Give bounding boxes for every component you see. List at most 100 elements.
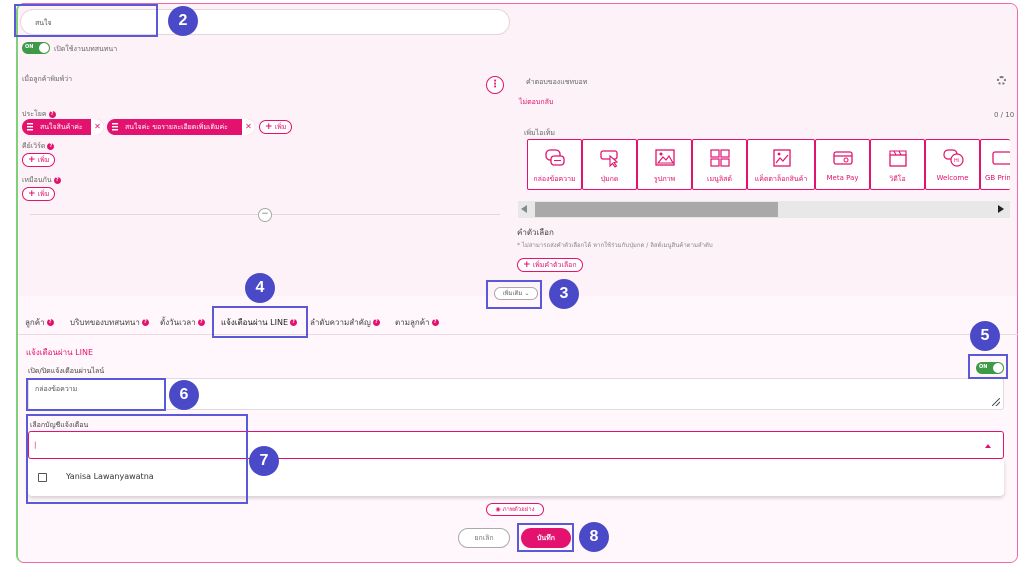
highlight-name-input [14, 4, 158, 37]
similar-label-text: เหมือนกัน [22, 176, 52, 184]
toggle-knob [39, 43, 49, 53]
tab-conversation-context[interactable]: บริบทของบทสนทนา? [70, 316, 149, 329]
tile-welcome[interactable]: Hi Welcome [925, 139, 980, 190]
image-icon [655, 149, 675, 166]
help-icon[interactable]: ? [372, 319, 380, 326]
annotation-badge-7: 7 [249, 446, 279, 476]
resize-handle-icon[interactable] [992, 398, 1000, 406]
help-icon[interactable]: ? [431, 319, 439, 326]
drag-handle-icon[interactable] [27, 123, 33, 131]
tab-schedule[interactable]: ตั้งวันเวลา? [160, 316, 205, 329]
no-reply-label[interactable]: ไม่ตอบกลับ [519, 97, 553, 108]
tile-catalog[interactable]: แค็ตตาล็อกสินค้า [747, 139, 815, 190]
button-click-icon [600, 150, 619, 168]
plus-icon: + [265, 122, 273, 132]
highlight-more-button [486, 280, 542, 309]
tile-label: GB Prin [985, 174, 1010, 182]
tile-button[interactable]: ปุ่มกด [582, 139, 637, 190]
toggle-on-label: ON [25, 44, 34, 50]
tile-label: วิดีโอ [889, 175, 906, 183]
add-similar-button[interactable]: + เพิ่ม [22, 187, 56, 201]
tab-label: ลำดับความสำคัญ [310, 318, 371, 327]
enable-conversation-toggle[interactable]: ON [22, 42, 50, 54]
tile-video[interactable]: วิดีโอ [870, 139, 925, 190]
trigger-title: เมื่อลูกค้าพิมพ์ว่า [22, 75, 73, 83]
tab-follow-up[interactable]: ตามลูกค้า? [395, 316, 439, 329]
add-option-button[interactable]: + เพิ่มคำตัวเลือก [517, 258, 583, 272]
meta-pay-icon [833, 151, 853, 165]
sentence-label-text: ประโยค [22, 110, 47, 118]
options-note: * ไม่สามารถส่งคำตัวเลือกได้ หากใช้ร่วมกั… [517, 242, 713, 249]
help-icon[interactable]: ? [197, 319, 205, 326]
tile-menu-list[interactable]: เมนูลิสต์ [692, 139, 747, 190]
scrollbar-thumb[interactable] [535, 202, 778, 217]
tile-message-box[interactable]: กล่องข้อความ [527, 139, 582, 190]
remove-chip-icon[interactable]: ✕ [90, 119, 104, 135]
enable-conversation-label: เปิดใช้งานบทสนทนา [54, 45, 118, 53]
catalog-icon [773, 149, 791, 167]
help-icon[interactable]: ? [48, 110, 56, 118]
add-label: เพิ่ม [37, 156, 50, 164]
plus-icon: + [523, 260, 531, 270]
tab-customer[interactable]: ลูกค้า? [25, 316, 54, 329]
add-label: เพิ่ม [274, 123, 287, 131]
help-icon[interactable]: ? [53, 176, 61, 184]
add-item-label: เพิ่มไอเท็ม [524, 129, 555, 137]
tile-label: แค็ตตาล็อกสินค้า [754, 175, 808, 183]
tab-label: ตามลูกค้า [395, 318, 430, 327]
scroll-right-arrow[interactable] [998, 205, 1004, 213]
annotation-badge-8: 8 [579, 522, 609, 552]
dropdown-arrow-icon[interactable] [985, 444, 991, 448]
collapse-button[interactable]: − [258, 208, 272, 222]
drag-handle-icon[interactable] [112, 123, 118, 131]
sentence-chip-1[interactable]: สนใจสินค้าค่ะ ✕ [22, 119, 104, 135]
tile-meta-pay[interactable]: Meta Pay [815, 139, 870, 190]
line-toggle-label: เปิด/ปิดแจ้งเตือนผ่านไลน์ [28, 367, 105, 375]
keyword-label-text: คีย์เวิร์ด [22, 142, 46, 150]
tile-label: Welcome [936, 174, 969, 182]
tab-label: ตั้งวันเวลา [160, 318, 196, 327]
line-notify-title: แจ้งเตือนผ่าน LINE [26, 348, 93, 357]
annotation-badge-5: 5 [970, 321, 1000, 351]
reply-title: คำตอบของแชทบอท [526, 78, 588, 86]
tiles-scrollbar[interactable] [518, 201, 1010, 218]
tile-image[interactable]: รูปภาพ [637, 139, 692, 190]
tile-label: กล่องข้อความ [533, 175, 576, 183]
add-keyword-button[interactable]: + เพิ่ม [22, 153, 56, 167]
highlight-save-button [517, 523, 574, 552]
sentence-chip-2[interactable]: สนใจค่ะ ขอรายละเอียดเพิ่มเติมค่ะ ✕ [107, 119, 255, 135]
tabs-divider [18, 334, 1018, 335]
preview-button[interactable]: ◉ ภาพตัวอย่าง [486, 503, 544, 516]
annotation-badge-3: 3 [549, 279, 579, 309]
annotation-badge-2: 2 [168, 6, 198, 36]
eye-icon: ◉ [495, 506, 501, 513]
tab-label: ลูกค้า [25, 318, 45, 327]
collapse-icon: − [261, 209, 269, 219]
add-sentence-button[interactable]: + เพิ่ม [259, 120, 293, 134]
annotation-badge-4: 4 [245, 273, 275, 303]
remove-chip-icon[interactable]: ✕ [241, 119, 255, 135]
info-icon[interactable]: ⋮ [486, 76, 504, 94]
scroll-left-arrow[interactable] [521, 205, 527, 213]
help-icon[interactable]: ? [141, 319, 149, 326]
menu-list-icon [710, 149, 730, 167]
cancel-button[interactable]: ยกเลิก [458, 528, 510, 548]
reply-counter: 0 / 10 [994, 111, 1015, 119]
similar-label: เหมือนกัน? [22, 175, 61, 186]
tab-priority[interactable]: ลำดับความสำคัญ? [310, 316, 380, 329]
highlight-line-tab [212, 306, 308, 338]
gb-prime-icon [992, 151, 1010, 165]
help-icon[interactable]: ? [47, 142, 55, 150]
plus-icon: + [28, 189, 36, 199]
tile-gb-prime[interactable]: GB Prin [980, 139, 1010, 190]
highlight-message-textarea [26, 378, 166, 411]
preview-label: ภาพตัวอย่าง [502, 506, 535, 513]
highlight-line-toggle [968, 354, 1008, 379]
options-title: คำตัวเลือก [517, 228, 554, 237]
tile-label: Meta Pay [826, 174, 859, 182]
welcome-icon: Hi [943, 149, 964, 167]
gear-icon[interactable] [997, 76, 1006, 85]
message-box-icon [545, 149, 565, 166]
highlight-account-select [26, 414, 248, 504]
help-icon[interactable]: ? [46, 319, 54, 326]
